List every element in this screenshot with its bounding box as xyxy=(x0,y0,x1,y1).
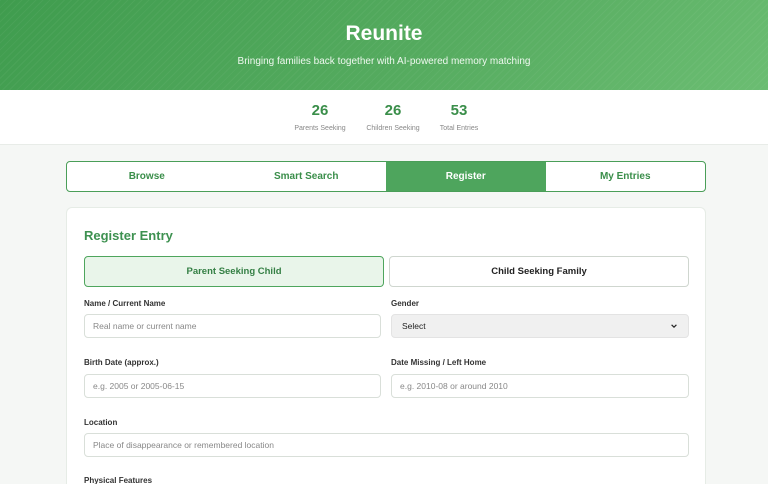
gender-label: Gender xyxy=(391,299,420,308)
stat-value: 26 xyxy=(311,102,329,119)
stat-value: 53 xyxy=(450,102,468,119)
stat-label: Parents Seeking xyxy=(294,125,346,132)
date-missing-label: Date Missing / Left Home xyxy=(391,358,487,367)
tab-my-entries[interactable]: My Entries xyxy=(546,162,706,191)
main-tabs: Browse Smart Search Register My Entries xyxy=(66,161,706,192)
stat-value: 26 xyxy=(384,102,402,119)
location-label: Location xyxy=(84,418,118,427)
stat-label: Total Entries xyxy=(439,125,479,132)
birth-date-input[interactable] xyxy=(84,374,381,398)
tab-register[interactable]: Register xyxy=(386,162,546,191)
parent-seeking-child-button[interactable]: Parent Seeking Child xyxy=(84,256,384,287)
name-label: Name / Current Name xyxy=(84,299,166,308)
stat-label: Children Seeking xyxy=(366,125,420,132)
stat-children-seeking: 26 Children Seeking xyxy=(362,102,424,132)
birth-date-label: Birth Date (approx.) xyxy=(84,358,159,367)
app-subtitle: Bringing families back together with AI-… xyxy=(237,56,531,67)
gender-selected-value: Select xyxy=(402,321,426,331)
register-form-card: Register Entry Parent Seeking Child Chil… xyxy=(66,207,706,484)
date-missing-input[interactable] xyxy=(391,374,689,398)
stat-total-entries: 53 Total Entries xyxy=(434,102,484,132)
gender-select[interactable]: Select xyxy=(391,314,689,338)
stats-bar: 26 Parents Seeking 26 Children Seeking 5… xyxy=(0,90,768,145)
name-input[interactable] xyxy=(84,314,381,338)
chevron-down-icon xyxy=(671,324,677,329)
tab-browse[interactable]: Browse xyxy=(67,162,227,191)
physical-features-label: Physical Features xyxy=(84,476,153,484)
tab-smart-search[interactable]: Smart Search xyxy=(227,162,387,191)
stat-parents-seeking: 26 Parents Seeking xyxy=(290,102,350,132)
child-seeking-family-button[interactable]: Child Seeking Family xyxy=(389,256,689,287)
form-title: Register Entry xyxy=(84,228,173,243)
location-input[interactable] xyxy=(84,433,689,457)
app-title: Reunite xyxy=(345,22,423,45)
hero-banner: Reunite Bringing families back together … xyxy=(0,0,768,90)
